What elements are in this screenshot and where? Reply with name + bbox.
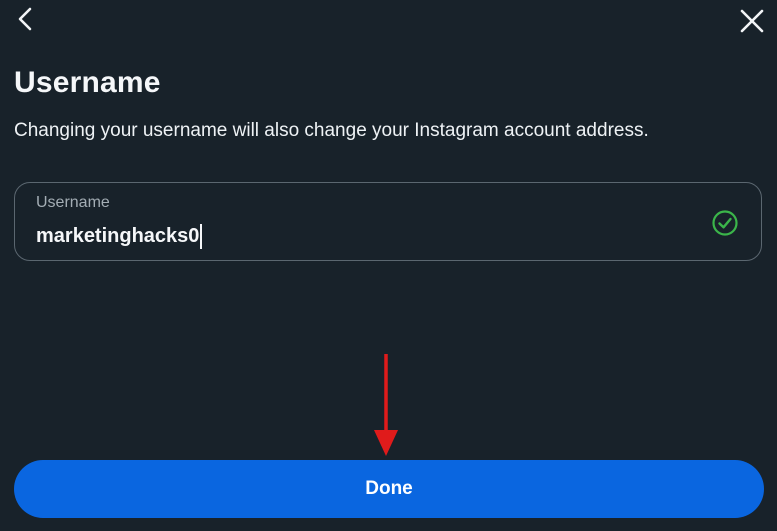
username-input[interactable]: marketinghacks0 [36,223,676,249]
username-field-label: Username [36,194,110,211]
close-icon [740,9,764,33]
page-title: Username [14,66,161,99]
page-description: Changing your username will also change … [14,120,649,141]
username-edit-dialog: Username Changing your username will als… [0,0,777,531]
done-button[interactable]: Done [14,460,764,518]
username-input-value: marketinghacks0 [36,224,200,247]
username-field[interactable]: Username marketinghacks0 [14,182,762,261]
arrow-down-icon [374,354,398,456]
back-button[interactable] [10,4,40,34]
text-cursor [200,223,203,249]
check-circle-icon [712,210,738,236]
close-button[interactable] [735,4,769,38]
chevron-left-icon [18,7,32,31]
